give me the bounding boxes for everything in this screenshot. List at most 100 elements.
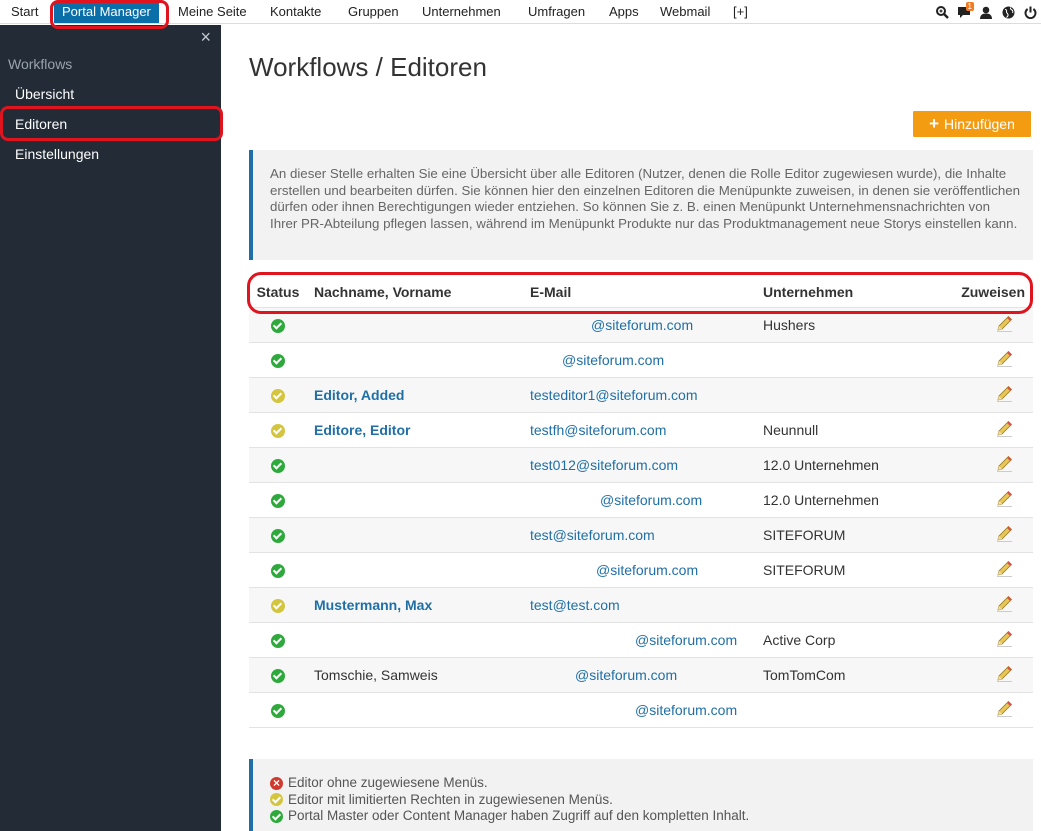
email-link[interactable]: test@siteforum.com [530, 527, 655, 543]
logout-icon[interactable] [1019, 0, 1041, 24]
status-green-icon [271, 353, 285, 368]
email-link[interactable]: test@test.com [530, 597, 620, 613]
pencil-icon[interactable] [996, 315, 1013, 335]
pencil-icon[interactable] [996, 560, 1013, 580]
status-green-icon [271, 563, 285, 578]
header-assign: Zuweisen [961, 283, 1025, 300]
company-cell: 12.0 Unternehmen [763, 481, 933, 517]
table-body: @siteforum.com Hushers @siteforum.com Edito… [249, 306, 1033, 728]
editor-name[interactable]: Mustermann, Max [314, 597, 432, 613]
sidebar: × Workflows Übersicht Editoren Einstellu… [0, 25, 221, 831]
table-row: @siteforum.com SITEFORUM [249, 551, 1033, 587]
pencil-icon[interactable] [996, 700, 1013, 720]
pencil-icon[interactable] [996, 630, 1013, 650]
assign-cell [933, 656, 1033, 692]
nav-webmail[interactable]: Webmail [660, 0, 710, 24]
editors-table: Status Nachname, Vorname E-Mail Unterneh… [249, 277, 1033, 728]
name-cell [307, 551, 530, 587]
email-link[interactable]: test012@siteforum.com [530, 457, 678, 473]
status-green-icon [271, 493, 285, 508]
pencil-icon[interactable] [996, 595, 1013, 615]
nav-unternehmen[interactable]: Unternehmen [422, 0, 501, 24]
name-cell [307, 446, 530, 482]
globe-icon[interactable] [997, 0, 1019, 24]
nav-portal-manager[interactable]: Portal Manager [54, 1, 159, 23]
header-name[interactable]: Nachname, Vorname [307, 277, 530, 307]
sidebar-item-einstellungen[interactable]: Einstellungen [15, 146, 99, 162]
header-email[interactable]: E-Mail [530, 277, 763, 307]
notification-badge: 1 [965, 2, 974, 11]
email-link[interactable]: @siteforum.com [530, 492, 702, 508]
status-green-icon [271, 668, 285, 683]
company-cell: Active Corp [763, 621, 933, 657]
status-green-icon [271, 318, 285, 333]
table-row: @siteforum.com [249, 691, 1033, 728]
editor-name[interactable]: Tomschie, Samweis [314, 667, 438, 683]
sidebar-item-editoren[interactable]: Editoren [15, 116, 67, 132]
editor-name[interactable]: Editor, Added [314, 387, 404, 403]
assign-cell [933, 621, 1033, 657]
status-cell [249, 411, 307, 447]
status-cell [249, 621, 307, 657]
add-button[interactable]: + Hinzufügen [913, 111, 1031, 137]
assign-cell [933, 691, 1033, 728]
status-cell [249, 376, 307, 412]
assign-cell [933, 376, 1033, 412]
status-cell [249, 446, 307, 482]
email-link[interactable]: testeditor1@siteforum.com [530, 387, 698, 403]
info-box: An dieser Stelle erhalten Sie eine Übers… [249, 150, 1033, 260]
company-cell: SITEFORUM [763, 516, 933, 552]
assign-cell [933, 481, 1033, 517]
nav-gruppen[interactable]: Gruppen [348, 0, 399, 24]
pencil-icon[interactable] [996, 665, 1013, 685]
nav-apps[interactable]: Apps [609, 0, 639, 24]
email-link[interactable]: @siteforum.com [530, 632, 737, 648]
company-cell: 12.0 Unternehmen [763, 446, 933, 482]
close-icon[interactable]: × [200, 27, 211, 47]
email-link[interactable]: @siteforum.com [530, 562, 698, 578]
nav-kontakte[interactable]: Kontakte [270, 0, 321, 24]
search-icon[interactable] [931, 0, 953, 24]
status-cell [249, 551, 307, 587]
nav-start[interactable]: Start [11, 0, 38, 24]
status-cell [249, 691, 307, 728]
sidebar-item-uebersicht[interactable]: Übersicht [15, 86, 74, 102]
name-cell: Mustermann, Max [307, 586, 530, 622]
table-row: test012@siteforum.com 12.0 Unternehmen [249, 446, 1033, 482]
email-link[interactable]: @siteforum.com [530, 352, 664, 368]
pencil-icon[interactable] [996, 525, 1013, 545]
pencil-icon[interactable] [996, 490, 1013, 510]
info-text: An dieser Stelle erhalten Sie eine Übers… [270, 166, 1021, 231]
email-link[interactable]: @siteforum.com [530, 667, 677, 683]
email-cell: test012@siteforum.com [530, 446, 763, 482]
pencil-icon[interactable] [996, 455, 1013, 475]
table-row: Tomschie, Samweis @siteforum.com TomTomCom [249, 656, 1033, 692]
name-cell [307, 516, 530, 552]
email-link[interactable]: @siteforum.com [530, 702, 737, 718]
nav-more[interactable]: [+] [733, 0, 748, 24]
assign-cell [933, 306, 1033, 342]
nav-meine-seite[interactable]: Meine Seite [178, 0, 247, 24]
status-green-icon [271, 528, 285, 543]
name-cell [307, 306, 530, 342]
nav-umfragen[interactable]: Umfragen [528, 0, 585, 24]
pencil-icon[interactable] [996, 420, 1013, 440]
legend-item-red: Editor ohne zugewiesene Menüs. [270, 775, 1033, 792]
email-link[interactable]: @siteforum.com [530, 317, 693, 333]
header-status[interactable]: Status [249, 277, 307, 307]
add-button-label: Hinzufügen [944, 116, 1015, 132]
status-green-icon [271, 703, 285, 718]
editor-name[interactable]: Editore, Editor [314, 422, 410, 438]
pencil-icon[interactable] [996, 350, 1013, 370]
status-cell [249, 586, 307, 622]
messages-icon[interactable]: 1 [953, 0, 975, 24]
email-link[interactable]: testfh@siteforum.com [530, 422, 666, 438]
company-cell: Neunnull [763, 411, 933, 447]
user-icon[interactable] [975, 0, 997, 24]
name-cell [307, 691, 530, 728]
table-row: Editor, Added testeditor1@siteforum.com [249, 376, 1033, 412]
header-company[interactable]: Unternehmen [763, 277, 933, 307]
pencil-icon[interactable] [996, 385, 1013, 405]
email-cell: @siteforum.com [530, 551, 763, 587]
email-cell: test@test.com [530, 586, 763, 622]
